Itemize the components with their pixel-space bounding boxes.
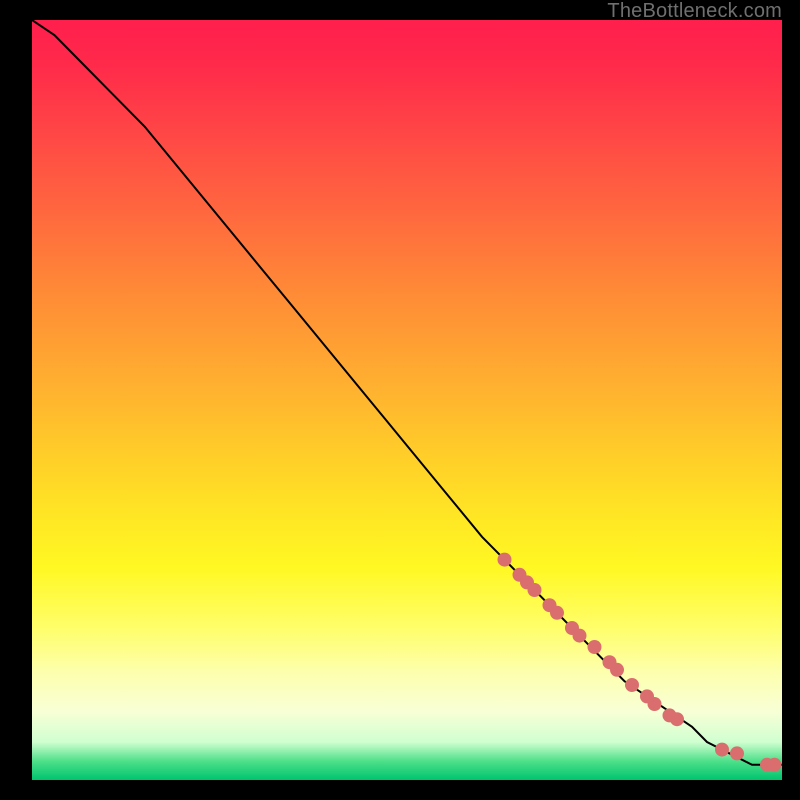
data-marker bbox=[550, 606, 564, 620]
data-marker bbox=[670, 712, 684, 726]
data-marker bbox=[528, 583, 542, 597]
curve-path bbox=[32, 20, 782, 765]
data-marker bbox=[573, 629, 587, 643]
curve-line bbox=[32, 20, 782, 765]
data-marker bbox=[715, 743, 729, 757]
chart-frame: TheBottleneck.com bbox=[0, 0, 800, 800]
highlighted-markers bbox=[498, 553, 782, 772]
data-marker bbox=[768, 758, 782, 772]
data-marker bbox=[610, 663, 624, 677]
plot-area bbox=[32, 20, 782, 780]
data-marker bbox=[588, 640, 602, 654]
data-marker bbox=[498, 553, 512, 567]
data-marker bbox=[648, 697, 662, 711]
data-marker bbox=[730, 746, 744, 760]
data-marker bbox=[625, 678, 639, 692]
chart-overlay bbox=[32, 20, 782, 780]
watermark-text: TheBottleneck.com bbox=[607, 0, 782, 23]
